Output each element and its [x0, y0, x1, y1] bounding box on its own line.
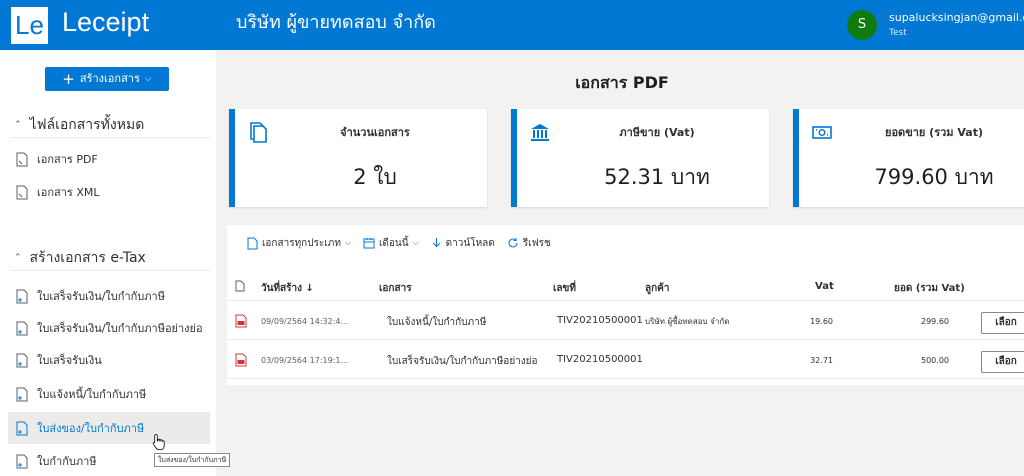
stat-value: 52.31 บาท [604, 165, 710, 189]
document-list: เอกสารทุกประเภท ⌵ เดือนนี้ ⌵ ดาวน์โหลด ร… [227, 225, 1024, 385]
cell-customer: บริษัท ผู้ซื้อทดสอบ จำกัด [645, 317, 730, 326]
app-name: Leceipt [62, 7, 150, 37]
pdf-icon [235, 314, 247, 328]
pdf-icon [235, 353, 247, 367]
sidebar-item-xml[interactable]: เอกสาร XML [8, 176, 210, 208]
sidebar-item-label: ใบเสร็จรับเงิน/ใบกำกับภาษี [37, 290, 165, 303]
new-document-icon [16, 289, 28, 303]
user-role: Test [889, 28, 907, 38]
table-row[interactable]: 03/09/2564 17:19:1... ใบเสร็จรับเงิน/ใบก… [227, 341, 1024, 379]
nav-group-all-files[interactable]: ⌃ ไฟล์เอกสารทั้งหมด [10, 112, 210, 138]
stat-value: 2 ใบ [353, 165, 397, 189]
column-header-vat[interactable]: Vat [815, 281, 834, 292]
new-document-icon [16, 454, 28, 468]
column-header-document[interactable]: เอกสาร [379, 281, 412, 296]
stat-label: ยอดขาย (รวม Vat) [885, 126, 983, 139]
new-document-icon [16, 421, 28, 435]
select-button[interactable]: เลือก [981, 351, 1024, 373]
sidebar-item-label: ใบกำกับภาษี [37, 455, 97, 468]
refresh-label: รีเฟรช [522, 237, 551, 249]
avatar[interactable]: S [847, 10, 877, 40]
create-document-label: สร้างเอกสาร [79, 72, 140, 85]
sidebar-item-label: เอกสาร XML [37, 186, 100, 199]
sidebar-item-label: ใบส่งของ/ใบกำกับภาษี [37, 422, 145, 435]
cell-total: 299.60 [921, 317, 949, 326]
hand-cursor-icon [152, 434, 165, 450]
stat-card-vat: ภาษีขาย (Vat) 52.31 บาท [511, 109, 769, 207]
chevron-down-icon: ⌵ [412, 238, 419, 247]
cell-number: TIV20210500001 [557, 315, 643, 326]
cell-vat: 19.60 [810, 317, 833, 326]
stat-card-sales: ยอดขาย (รวม Vat) 799.60 บาท [793, 109, 1024, 207]
cell-total: 500.00 [921, 356, 949, 365]
column-header-customer[interactable]: ลูกค้า [645, 281, 670, 296]
sidebar-item-delivery-tax-invoice[interactable]: ใบส่งของ/ใบกำกับภาษี [8, 412, 210, 444]
company-name: บริษัท ผู้ขายทดสอบ จำกัด [236, 12, 436, 33]
stat-label: ภาษีขาย (Vat) [619, 126, 695, 139]
refresh-button[interactable]: รีเฟรช [507, 236, 551, 251]
sidebar-item-invoice-tax-invoice[interactable]: ใบแจ้งหนี้/ใบกำกับภาษี [8, 378, 210, 410]
new-document-icon [16, 387, 28, 401]
sidebar-item-label: ใบเสร็จรับเงิน/ใบกำกับภาษีอย่างย่อ [37, 322, 203, 335]
cell-created: 03/09/2564 17:19:1... [261, 356, 349, 365]
logo-mark: Le [11, 7, 48, 44]
cell-created: 09/09/2564 14:32:4... [261, 317, 349, 326]
chevron-up-icon: ⌃ [14, 119, 22, 130]
column-header-created[interactable]: วันที่สร้าง ↓ [261, 281, 314, 296]
doc-type-filter[interactable]: เอกสารทุกประเภท ⌵ [247, 236, 351, 251]
chevron-down-icon: ⌵ [344, 238, 351, 247]
download-icon [432, 238, 441, 248]
cell-number: TIV20210500001 [557, 354, 643, 365]
period-filter-label: เดือนนี้ [378, 237, 409, 249]
new-document-icon [16, 321, 28, 335]
plus-icon: + [62, 70, 75, 88]
sidebar-item-receipt[interactable]: ใบเสร็จรับเงิน [8, 344, 210, 376]
calendar-icon [363, 238, 375, 249]
chevron-up-icon: ⌃ [14, 252, 22, 263]
refresh-icon [508, 238, 518, 248]
nav-group-title: ไฟล์เอกสารทั้งหมด [29, 116, 145, 133]
nav-group-create-etax[interactable]: ⌃ สร้างเอกสาร e-Tax [10, 245, 210, 271]
sidebar-item-label: เอกสาร PDF [37, 153, 98, 166]
column-header-total[interactable]: ยอด (รวม Vat) [894, 281, 965, 296]
cell-document[interactable]: ใบแจ้งหนี้/ใบกำกับภาษี [387, 315, 486, 330]
sidebar-item-pdf[interactable]: เอกสาร PDF [8, 143, 210, 175]
document-icon [16, 185, 28, 199]
download-button[interactable]: ดาวน์โหลด [431, 236, 495, 251]
create-document-button[interactable]: + สร้างเอกสาร ⌵ [45, 67, 169, 91]
sidebar-item-label: ใบเสร็จรับเงิน [37, 354, 102, 367]
cell-document[interactable]: ใบเสร็จรับเงิน/ใบกำกับภาษีอย่างย่อ [387, 354, 538, 369]
sidebar-item-receipt-tax-invoice[interactable]: ใบเสร็จรับเงิน/ใบกำกับภาษี [8, 280, 210, 312]
tooltip: ใบส่งของ/ใบกำกับภาษี [154, 453, 231, 467]
table-row[interactable]: 09/09/2564 14:32:4... ใบแจ้งหนี้/ใบกำกับ… [227, 302, 1024, 340]
download-label: ดาวน์โหลด [445, 237, 495, 249]
user-email[interactable]: supalucksingjan@gmail.com [889, 11, 1024, 25]
cell-vat: 32.71 [810, 356, 833, 365]
stat-label: จำนวนเอกสาร [340, 126, 410, 139]
new-document-icon [16, 353, 28, 367]
chevron-down-icon: ⌵ [144, 74, 152, 84]
stat-value: 799.60 บาท [874, 165, 994, 189]
doc-type-filter-label: เอกสารทุกประเภท [262, 237, 341, 249]
stat-card-document-count: จำนวนเอกสาร 2 ใบ [229, 109, 487, 207]
page-title: เอกสาร PDF [575, 73, 669, 92]
toolbar: เอกสารทุกประเภท ⌵ เดือนนี้ ⌵ ดาวน์โหลด ร… [247, 234, 563, 252]
sidebar-item-abbreviated-tax-invoice[interactable]: ใบเสร็จรับเงิน/ใบกำกับภาษีอย่างย่อ [8, 312, 210, 344]
table-header: วันที่สร้าง ↓ เอกสาร เลขที่ ลูกค้า Vat ย… [227, 273, 1024, 301]
document-icon [247, 237, 258, 249]
sidebar-item-label: ใบแจ้งหนี้/ใบกำกับภาษี [37, 388, 147, 401]
file-type-icon [235, 280, 245, 292]
column-header-number[interactable]: เลขที่ [553, 281, 576, 296]
select-button[interactable]: เลือก [981, 312, 1024, 334]
document-icon [16, 152, 28, 166]
nav-group-title: สร้างเอกสาร e-Tax [29, 249, 146, 266]
period-filter[interactable]: เดือนนี้ ⌵ [363, 236, 419, 251]
app-header: Le Leceipt บริษัท ผู้ขายทดสอบ จำกัด S su… [0, 0, 1024, 50]
